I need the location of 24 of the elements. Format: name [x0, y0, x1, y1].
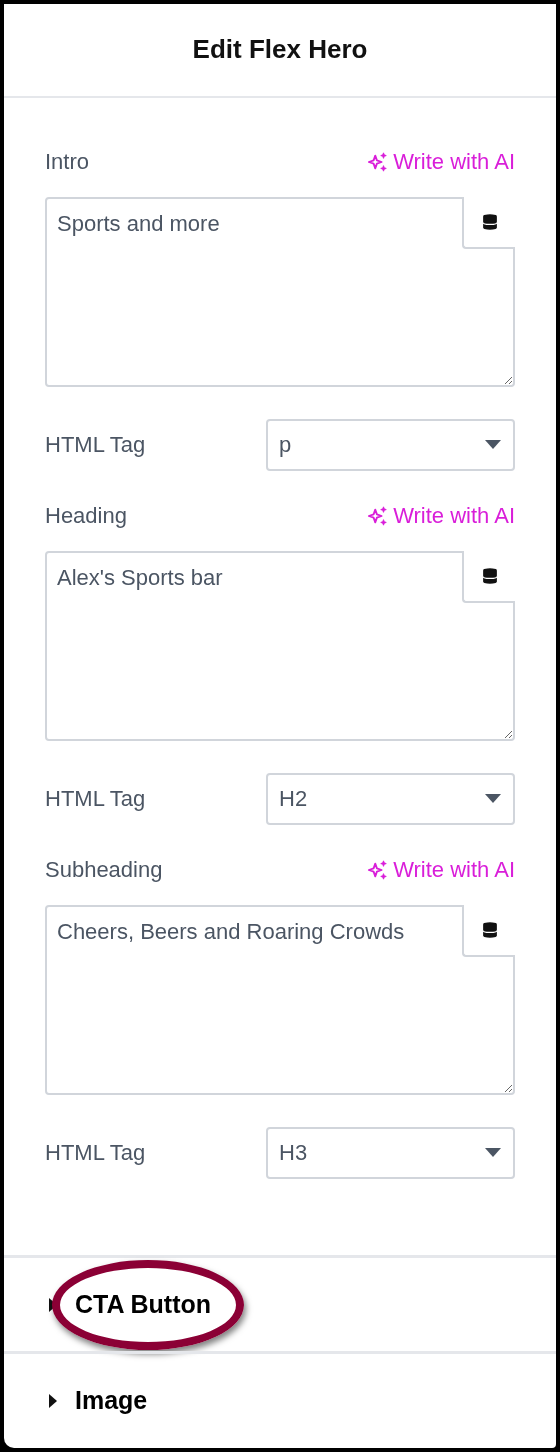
caret-icon	[485, 794, 501, 804]
field-label: Heading	[45, 502, 127, 531]
sparkle-icon	[367, 504, 390, 527]
text-area[interactable]: Sports and more	[45, 196, 515, 387]
field-label: HTML Tag	[45, 785, 146, 814]
text-area[interactable]: Cheers, Beers and Roaring Crowds	[45, 904, 515, 1095]
tag-select[interactable]: H2	[266, 772, 515, 825]
field-label: Subheading	[45, 856, 163, 885]
sparkle-icon	[367, 858, 390, 881]
section-toggle[interactable]: CTA Button	[48, 1285, 212, 1324]
field-label: HTML Tag	[45, 1139, 146, 1168]
tag-select[interactable]: H3	[266, 1126, 515, 1179]
tag-select[interactable]: p	[266, 418, 515, 471]
write-with-ai-link[interactable]: Write with AI	[367, 145, 515, 179]
text-area[interactable]: Alex's Sports bar	[45, 550, 515, 741]
panel-title: Edit Flex Hero	[192, 33, 368, 67]
section-toggle[interactable]: Image	[48, 1382, 148, 1420]
field-label: Intro	[45, 148, 90, 177]
caret-icon	[485, 440, 501, 450]
write-with-ai-link[interactable]: Write with AI	[367, 499, 515, 533]
sparkle-icon	[367, 150, 390, 173]
write-with-ai-link[interactable]: Write with AI	[367, 853, 515, 887]
caret-icon	[485, 1148, 501, 1158]
field-label: HTML Tag	[45, 431, 146, 460]
